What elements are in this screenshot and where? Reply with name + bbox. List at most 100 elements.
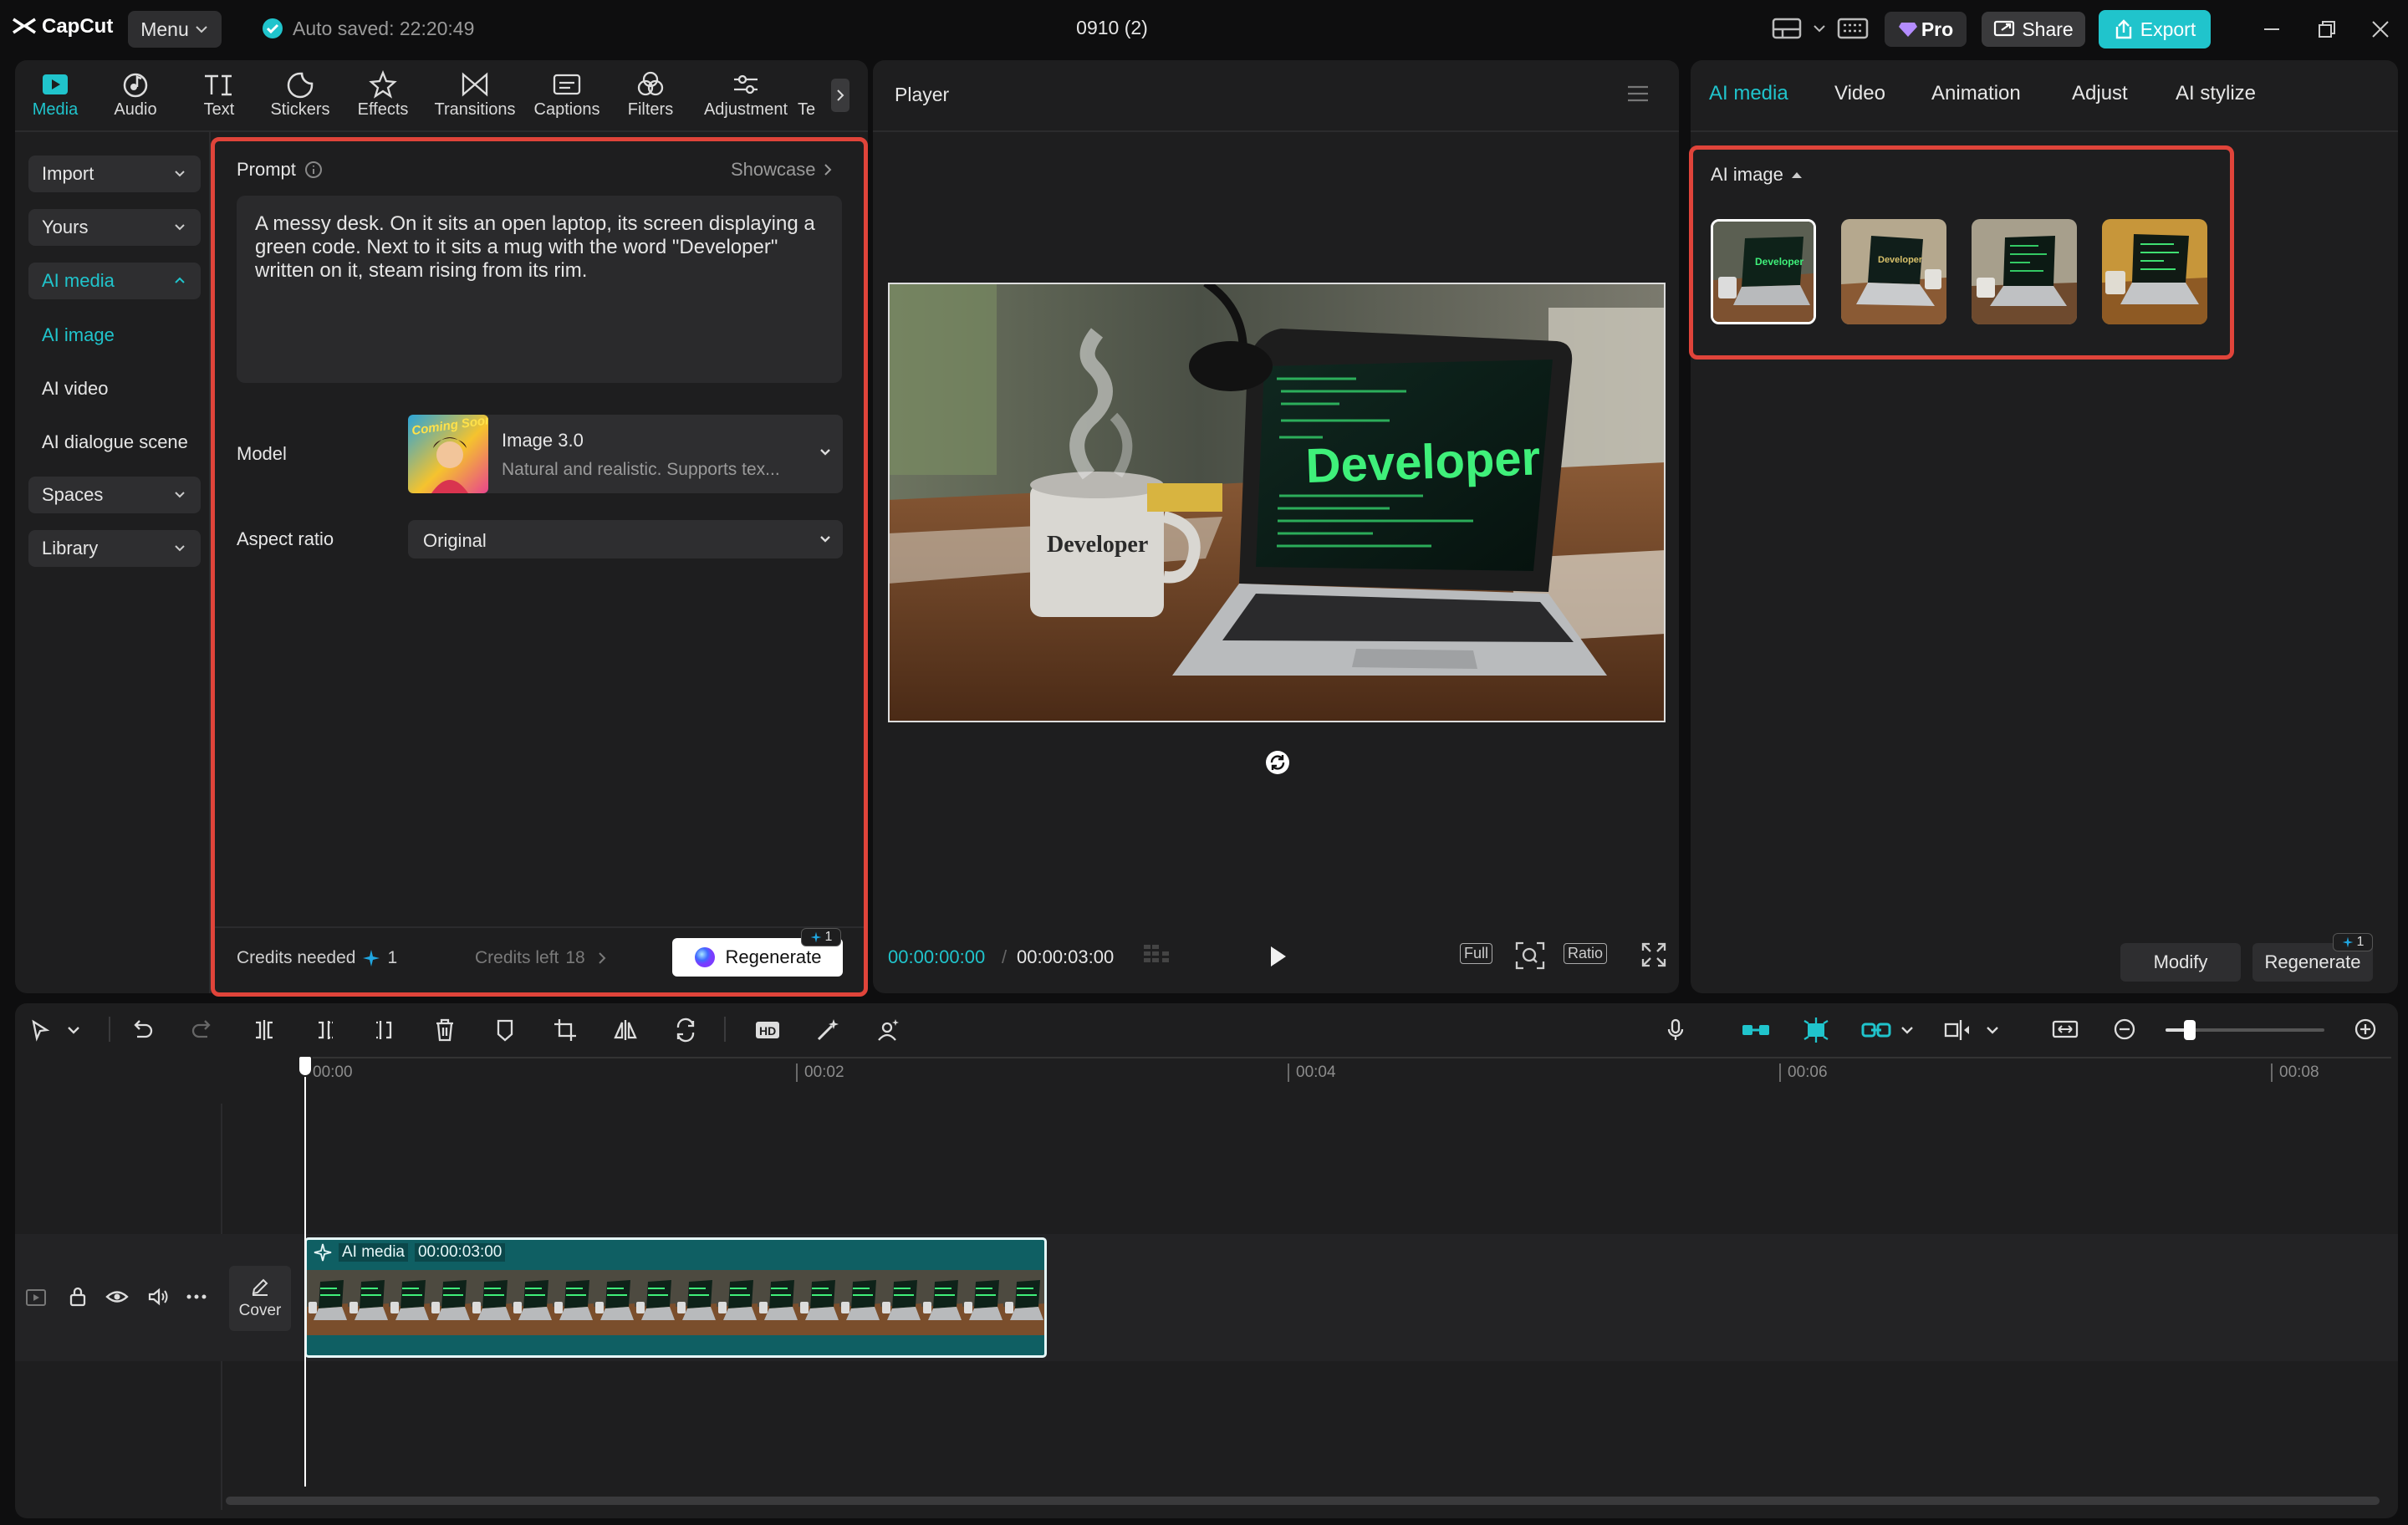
- sidebar-library-button[interactable]: Library: [28, 530, 201, 567]
- right-tab-ai-media[interactable]: AI media: [1709, 82, 1788, 105]
- ai-media-clip[interactable]: AI media 00:00:03:00: [304, 1237, 1047, 1358]
- main-track-magnet-icon[interactable]: [1739, 1013, 1773, 1047]
- track-type-icon[interactable]: [25, 1288, 47, 1308]
- sidebar-yours-label: Yours: [42, 217, 89, 237]
- aspect-ratio-select[interactable]: Original: [408, 520, 843, 558]
- project-title[interactable]: 0910 (2): [1045, 17, 1179, 39]
- tab-stickers[interactable]: Stickers: [260, 69, 340, 127]
- link-clips-icon[interactable]: [1860, 1013, 1893, 1047]
- marker-icon[interactable]: [488, 1013, 522, 1047]
- tab-effects[interactable]: Effects: [343, 69, 423, 127]
- split-left-icon[interactable]: [308, 1013, 341, 1047]
- ai-image-section-toggle[interactable]: AI image: [1711, 164, 1803, 186]
- right-tab-animation[interactable]: Animation: [1931, 82, 2021, 105]
- chevron-right-icon: [599, 952, 606, 964]
- ruler-tick-8s: [2271, 1063, 2273, 1082]
- prompt-textarea[interactable]: A messy desk. On it sits an open laptop,…: [237, 196, 842, 383]
- tab-media[interactable]: Media: [15, 69, 95, 127]
- microphone-icon[interactable]: [1659, 1013, 1692, 1047]
- right-tab-video[interactable]: Video: [1834, 82, 1885, 105]
- undo-icon[interactable]: [125, 1013, 159, 1047]
- showcase-link[interactable]: Showcase: [731, 159, 833, 181]
- ai-image-thumbnail-1[interactable]: Developer: [1711, 219, 1816, 324]
- sidebar-item-ai-image[interactable]: AI image: [42, 324, 115, 346]
- ai-person-icon[interactable]: [871, 1013, 905, 1047]
- zoom-slider-thumb[interactable]: [2184, 1020, 2196, 1040]
- zoom-fit-icon[interactable]: [1515, 941, 1545, 970]
- playhead-line[interactable]: [304, 1062, 306, 1487]
- ruler-underline: [304, 1057, 2391, 1058]
- tab-filters[interactable]: Filters: [610, 69, 691, 127]
- menu-button[interactable]: Menu: [128, 11, 222, 48]
- zoom-out-icon[interactable]: [2109, 1013, 2142, 1047]
- tab-captions[interactable]: Captions: [527, 69, 607, 127]
- auto-snap-icon[interactable]: [1799, 1013, 1833, 1047]
- right-tab-ai-stylize[interactable]: AI stylize: [2176, 82, 2256, 105]
- magic-wand-icon[interactable]: [811, 1013, 844, 1047]
- sidebar-ai-media-button[interactable]: AI media: [28, 263, 201, 299]
- fullscreen-icon[interactable]: [1640, 941, 1667, 968]
- split-icon[interactable]: [247, 1013, 281, 1047]
- audio-volume-icon[interactable]: [147, 1288, 169, 1306]
- right-tab-adjust[interactable]: Adjust: [2072, 82, 2128, 105]
- ai-image-thumbnail-4[interactable]: [2102, 219, 2207, 324]
- sidebar-yours-button[interactable]: Yours: [28, 209, 201, 246]
- tab-templates-partial[interactable]: Te: [798, 69, 819, 127]
- more-options-icon[interactable]: [186, 1293, 207, 1301]
- toolbar-divider: [15, 130, 868, 132]
- ratio-button[interactable]: Ratio: [1564, 943, 1608, 964]
- share-button[interactable]: Share: [1982, 12, 2085, 47]
- aspect-ratio-label: Aspect ratio: [237, 528, 334, 549]
- ai-image-thumbnail-3[interactable]: [1972, 219, 2077, 324]
- full-quality-button[interactable]: Full: [1460, 943, 1493, 964]
- sidebar-import-button[interactable]: Import: [28, 156, 201, 192]
- delete-icon[interactable]: [428, 1013, 462, 1047]
- tab-text[interactable]: Text: [179, 69, 259, 127]
- fit-timeline-icon[interactable]: [2048, 1013, 2082, 1047]
- player-menu-icon[interactable]: [1625, 82, 1650, 105]
- split-right-icon[interactable]: [368, 1013, 401, 1047]
- preview-axis-dropdown-icon[interactable]: [1983, 1013, 2002, 1047]
- export-button[interactable]: Export: [2099, 10, 2211, 48]
- visibility-eye-icon[interactable]: [105, 1288, 129, 1306]
- toolbar-scroll-right-button[interactable]: [831, 79, 849, 112]
- mug-developer-text: Developer: [1047, 532, 1148, 558]
- tab-audio[interactable]: Audio: [95, 69, 176, 127]
- select-tool-dropdown-icon[interactable]: [64, 1013, 84, 1047]
- hd-icon[interactable]: HD: [751, 1013, 784, 1047]
- tab-adjustment[interactable]: Adjustment: [704, 69, 788, 127]
- link-dropdown-icon[interactable]: [1898, 1013, 1916, 1047]
- pro-button[interactable]: Pro: [1885, 12, 1967, 47]
- rotate-icon[interactable]: [669, 1013, 702, 1047]
- preview-axis-icon[interactable]: [1941, 1013, 1975, 1047]
- select-tool-icon[interactable]: [23, 1013, 57, 1047]
- layout-chevron-icon[interactable]: [1813, 23, 1826, 33]
- crop-icon[interactable]: [548, 1013, 582, 1047]
- rotate-handle-icon[interactable]: [1264, 749, 1291, 776]
- layout-icon[interactable]: [1771, 15, 1804, 42]
- sidebar-spaces-button[interactable]: Spaces: [28, 477, 201, 513]
- sidebar-item-ai-dialogue-scene[interactable]: AI dialogue scene: [42, 431, 188, 453]
- right-regenerate-label: Regenerate: [2264, 951, 2361, 972]
- shortcut-icon[interactable]: [1836, 15, 1870, 42]
- pro-label: Pro: [1921, 18, 1954, 40]
- playhead-handle[interactable]: [298, 1055, 313, 1077]
- cover-button[interactable]: Cover: [229, 1266, 291, 1331]
- preview-image[interactable]: Developer Developer: [888, 283, 1666, 722]
- lock-track-icon[interactable]: [69, 1286, 87, 1308]
- minimize-icon[interactable]: [2261, 18, 2283, 40]
- play-button[interactable]: [1264, 943, 1291, 970]
- modify-button[interactable]: Modify: [2120, 943, 2241, 982]
- ai-image-thumbnail-2[interactable]: Developer: [1841, 219, 1946, 324]
- zoom-in-icon[interactable]: [2349, 1013, 2383, 1047]
- timeline-horizontal-scrollbar[interactable]: [226, 1497, 2380, 1505]
- redo-icon[interactable]: [186, 1013, 219, 1047]
- waveform-icon[interactable]: [1142, 941, 1179, 970]
- close-window-icon[interactable]: [2370, 18, 2391, 40]
- mirror-icon[interactable]: [609, 1013, 642, 1047]
- tab-transitions[interactable]: Transitions: [434, 69, 516, 127]
- credits-left-link[interactable]: Credits left 18: [475, 948, 607, 968]
- sidebar-item-ai-video[interactable]: AI video: [42, 378, 109, 400]
- sparkle-icon: [2342, 936, 2353, 948]
- restore-icon[interactable]: [2316, 18, 2338, 40]
